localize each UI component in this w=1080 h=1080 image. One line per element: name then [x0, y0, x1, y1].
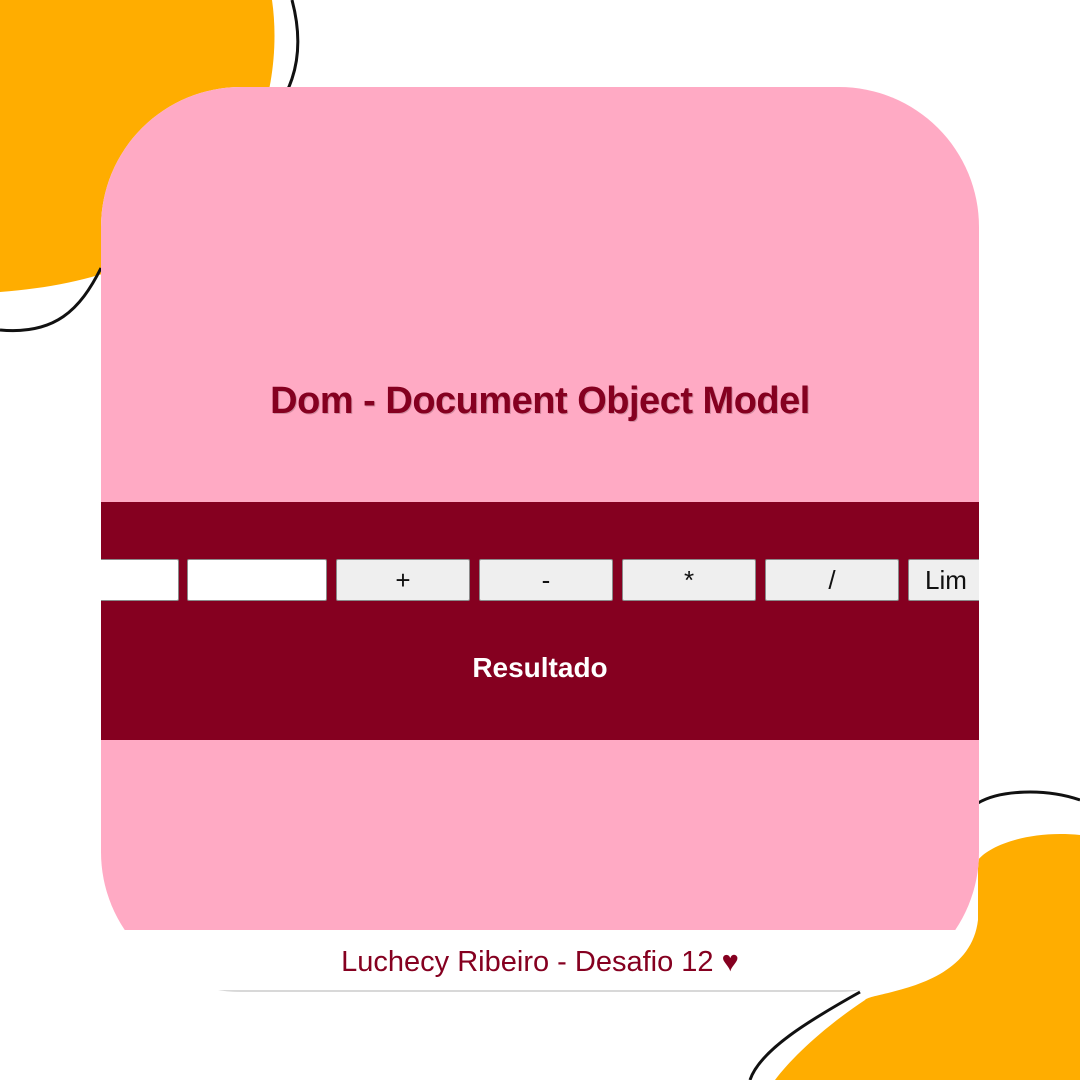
calculator-band: + - * / Lim Resultado [101, 502, 979, 740]
divide-button[interactable]: / [765, 559, 899, 601]
page-title: Dom - Document Object Model [270, 380, 810, 422]
subtract-button[interactable]: - [479, 559, 613, 601]
second-number-input[interactable] [187, 559, 327, 601]
multiply-button[interactable]: * [622, 559, 756, 601]
add-button[interactable]: + [336, 559, 470, 601]
card: Dom - Document Object Model + - * / Lim … [101, 87, 979, 992]
clear-button[interactable]: Lim [908, 559, 979, 601]
footer-credit: Luchecy Ribeiro - Desafio 12 ♥ [101, 930, 979, 992]
footer-divider [101, 990, 979, 992]
main-panel: Dom - Document Object Model + - * / Lim … [101, 87, 979, 930]
result-label: Resultado [472, 652, 608, 683]
first-number-input[interactable] [101, 559, 179, 601]
